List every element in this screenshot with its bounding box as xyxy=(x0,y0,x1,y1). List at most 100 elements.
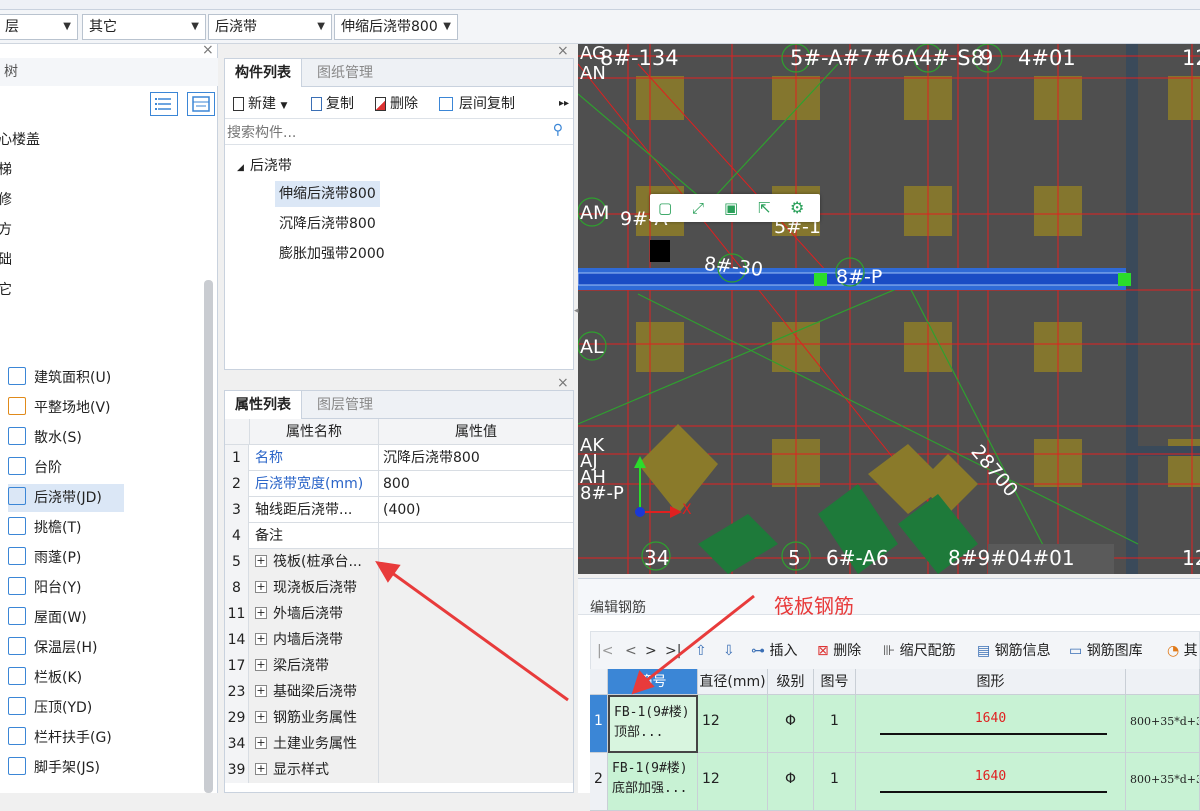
sidebar-item-tool[interactable]: 挑檐(T) xyxy=(8,514,81,542)
table-row[interactable]: 1 FB-1(9#楼) 顶部... 12 Φ 1 1640 800+35*d+3 xyxy=(590,695,1200,753)
tab-property-list[interactable]: 属性列表 xyxy=(225,391,302,419)
sidebar-item-tool[interactable]: 雨蓬(P) xyxy=(8,544,81,572)
rebar-info-button[interactable]: ▤ 钢筋信息 xyxy=(977,632,1051,670)
floor-select[interactable]: 层 ▼ xyxy=(0,14,78,40)
close-icon[interactable]: × xyxy=(557,375,569,391)
more-button[interactable]: ◔ 其 xyxy=(1167,632,1198,670)
save-view-icon[interactable]: ▣ xyxy=(724,199,738,217)
property-row[interactable]: 39 + 显示样式 xyxy=(225,757,573,783)
property-row[interactable]: 1 名称 沉降后浇带800 xyxy=(225,445,573,471)
tree-item-stairs[interactable]: 梯 xyxy=(0,156,12,184)
row-index[interactable]: 2 xyxy=(590,753,608,811)
sidebar-item-tool[interactable]: 后浇带(JD) xyxy=(8,484,124,512)
expand-plus-icon[interactable]: + xyxy=(255,737,267,749)
tree-item-earthwork[interactable]: 方 xyxy=(0,216,12,244)
sidebar-item-tool[interactable]: 栏杆扶手(G) xyxy=(8,724,112,752)
tree-item-other[interactable]: 它 xyxy=(0,276,12,304)
col-diameter[interactable]: 直径(mm) xyxy=(698,669,768,695)
diameter-cell[interactable]: 12 xyxy=(698,753,768,811)
property-row[interactable]: 17 + 梁后浇带 xyxy=(225,653,573,679)
next-page-icon[interactable]: > xyxy=(645,632,657,670)
col-figure-no[interactable]: 图号 xyxy=(814,669,856,695)
col-shape[interactable]: 图形 xyxy=(856,669,1126,695)
diameter-cell[interactable]: 12 xyxy=(698,695,768,753)
export-icon[interactable]: ⇱ xyxy=(758,199,771,217)
component-item[interactable]: 沉降后浇带800 xyxy=(275,211,380,237)
scale-rebar-button[interactable]: ⊪ 缩尺配筋 xyxy=(883,632,956,670)
col-grade[interactable]: 级别 xyxy=(768,669,814,695)
property-row[interactable]: 3 轴线距后浇带... (400) xyxy=(225,497,573,523)
close-icon[interactable]: × xyxy=(202,42,214,58)
insert-button[interactable]: ⊶ 插入 xyxy=(751,632,797,670)
rebar-library-button[interactable]: ▭ 钢筋图库 xyxy=(1069,632,1143,670)
row-index[interactable]: 1 xyxy=(590,695,608,753)
rebar-delete-button[interactable]: ⊠ 删除 xyxy=(817,632,861,670)
tab-drawing-management[interactable]: 图纸管理 xyxy=(307,59,383,87)
expand-plus-icon[interactable]: + xyxy=(255,763,267,775)
list-view-button[interactable] xyxy=(150,92,178,116)
expand-plus-icon[interactable]: + xyxy=(255,607,267,619)
property-value[interactable]: 沉降后浇带800 xyxy=(379,445,573,471)
move-down-icon[interactable]: ⇩ xyxy=(723,632,735,670)
shape-cell[interactable]: 1640 xyxy=(856,753,1126,811)
search-input[interactable] xyxy=(227,123,547,143)
sidebar-item-tool[interactable]: 屋面(W) xyxy=(8,604,87,632)
property-row[interactable]: 11 + 外墙后浇带 xyxy=(225,601,573,627)
property-row[interactable]: 29 + 钢筋业务属性 xyxy=(225,705,573,731)
copy-button[interactable]: 复制 xyxy=(311,89,354,119)
component-item[interactable]: 膨胀加强带2000 xyxy=(275,241,389,267)
bar-name-cell[interactable]: FB-1(9#楼) 底部加强... xyxy=(608,753,698,811)
expand-plus-icon[interactable]: + xyxy=(255,711,267,723)
expand-plus-icon[interactable]: + xyxy=(255,685,267,697)
new-button[interactable]: 新建 ▼ xyxy=(233,89,287,121)
property-row[interactable]: 2 后浇带宽度(mm) 800 xyxy=(225,471,573,497)
sidebar-item-tool[interactable]: 平整场地(V) xyxy=(8,394,111,422)
delete-button[interactable]: 删除 xyxy=(375,89,418,119)
col-formula[interactable] xyxy=(1126,669,1200,695)
property-value[interactable] xyxy=(379,523,573,549)
first-page-icon[interactable]: |< xyxy=(597,632,613,670)
sidebar-item-tool[interactable]: 阳台(Y) xyxy=(8,574,81,602)
sidebar-item-tool[interactable]: 台阶 xyxy=(8,454,62,482)
expand-plus-icon[interactable]: + xyxy=(255,555,267,567)
grade-cell[interactable]: Φ xyxy=(768,753,814,811)
grade-cell[interactable]: Φ xyxy=(768,695,814,753)
figure-no-cell[interactable]: 1 xyxy=(814,753,856,811)
expand-plus-icon[interactable]: + xyxy=(255,581,267,593)
bar-name-cell[interactable]: FB-1(9#楼) 顶部... xyxy=(608,695,698,753)
drawing-canvas[interactable]: AG AN 8#-134 5#-A#7#6A4#-S8 9 4#01 12 AM… xyxy=(578,44,1200,574)
formula-cell[interactable]: 800+35*d+3 xyxy=(1126,753,1200,811)
property-row[interactable]: 5 + 筏板(桩承台... xyxy=(225,549,573,575)
col-bar-name[interactable]: 筋号 xyxy=(608,669,698,695)
floor-copy-button[interactable]: 层间复制 xyxy=(439,89,515,119)
tab-layer-management[interactable]: 图层管理 xyxy=(307,391,383,419)
component-item-selected[interactable]: 伸缩后浇带800 xyxy=(275,181,380,207)
property-row[interactable]: 14 + 内墙后浇带 xyxy=(225,627,573,653)
type-select[interactable]: 后浇带 ▼ xyxy=(208,14,332,40)
expand-plus-icon[interactable]: + xyxy=(255,633,267,645)
property-value[interactable]: (400) xyxy=(379,497,573,523)
search-icon[interactable]: ⚲ xyxy=(553,122,563,138)
tree-item-floor[interactable]: 心楼盖 xyxy=(0,126,40,154)
grid-view-button[interactable] xyxy=(187,92,215,116)
tab-component-list[interactable]: 构件列表 xyxy=(225,59,302,87)
figure-no-cell[interactable]: 1 xyxy=(814,695,856,753)
sidebar-item-tool[interactable]: 脚手架(JS) xyxy=(8,754,100,782)
sidebar-item-tool[interactable]: 保温层(H) xyxy=(8,634,97,662)
settings-icon[interactable]: ⚙ xyxy=(790,198,804,217)
property-row[interactable]: 4 备注 xyxy=(225,523,573,549)
category-select[interactable]: 其它 ▼ xyxy=(82,14,206,40)
close-icon[interactable]: × xyxy=(557,43,569,59)
expand-plus-icon[interactable]: + xyxy=(255,659,267,671)
more-icon[interactable]: ▸▸ xyxy=(559,89,569,119)
splitter-handle[interactable]: ◂ xyxy=(574,306,579,316)
property-value[interactable]: 800 xyxy=(379,471,573,497)
sidebar-item-tool[interactable]: 栏板(K) xyxy=(8,664,82,692)
property-row[interactable]: 34 + 土建业务属性 xyxy=(225,731,573,757)
sidebar-item-tool[interactable]: 散水(S) xyxy=(8,424,82,452)
property-row[interactable]: 23 + 基础梁后浇带 xyxy=(225,679,573,705)
tree-scrollbar[interactable] xyxy=(204,280,213,793)
component-select[interactable]: 伸缩后浇带800 ▼ xyxy=(334,14,458,40)
formula-cell[interactable]: 800+35*d+3 xyxy=(1126,695,1200,753)
table-row[interactable]: 2 FB-1(9#楼) 底部加强... 12 Φ 1 1640 800+35*d+3 xyxy=(590,753,1200,811)
